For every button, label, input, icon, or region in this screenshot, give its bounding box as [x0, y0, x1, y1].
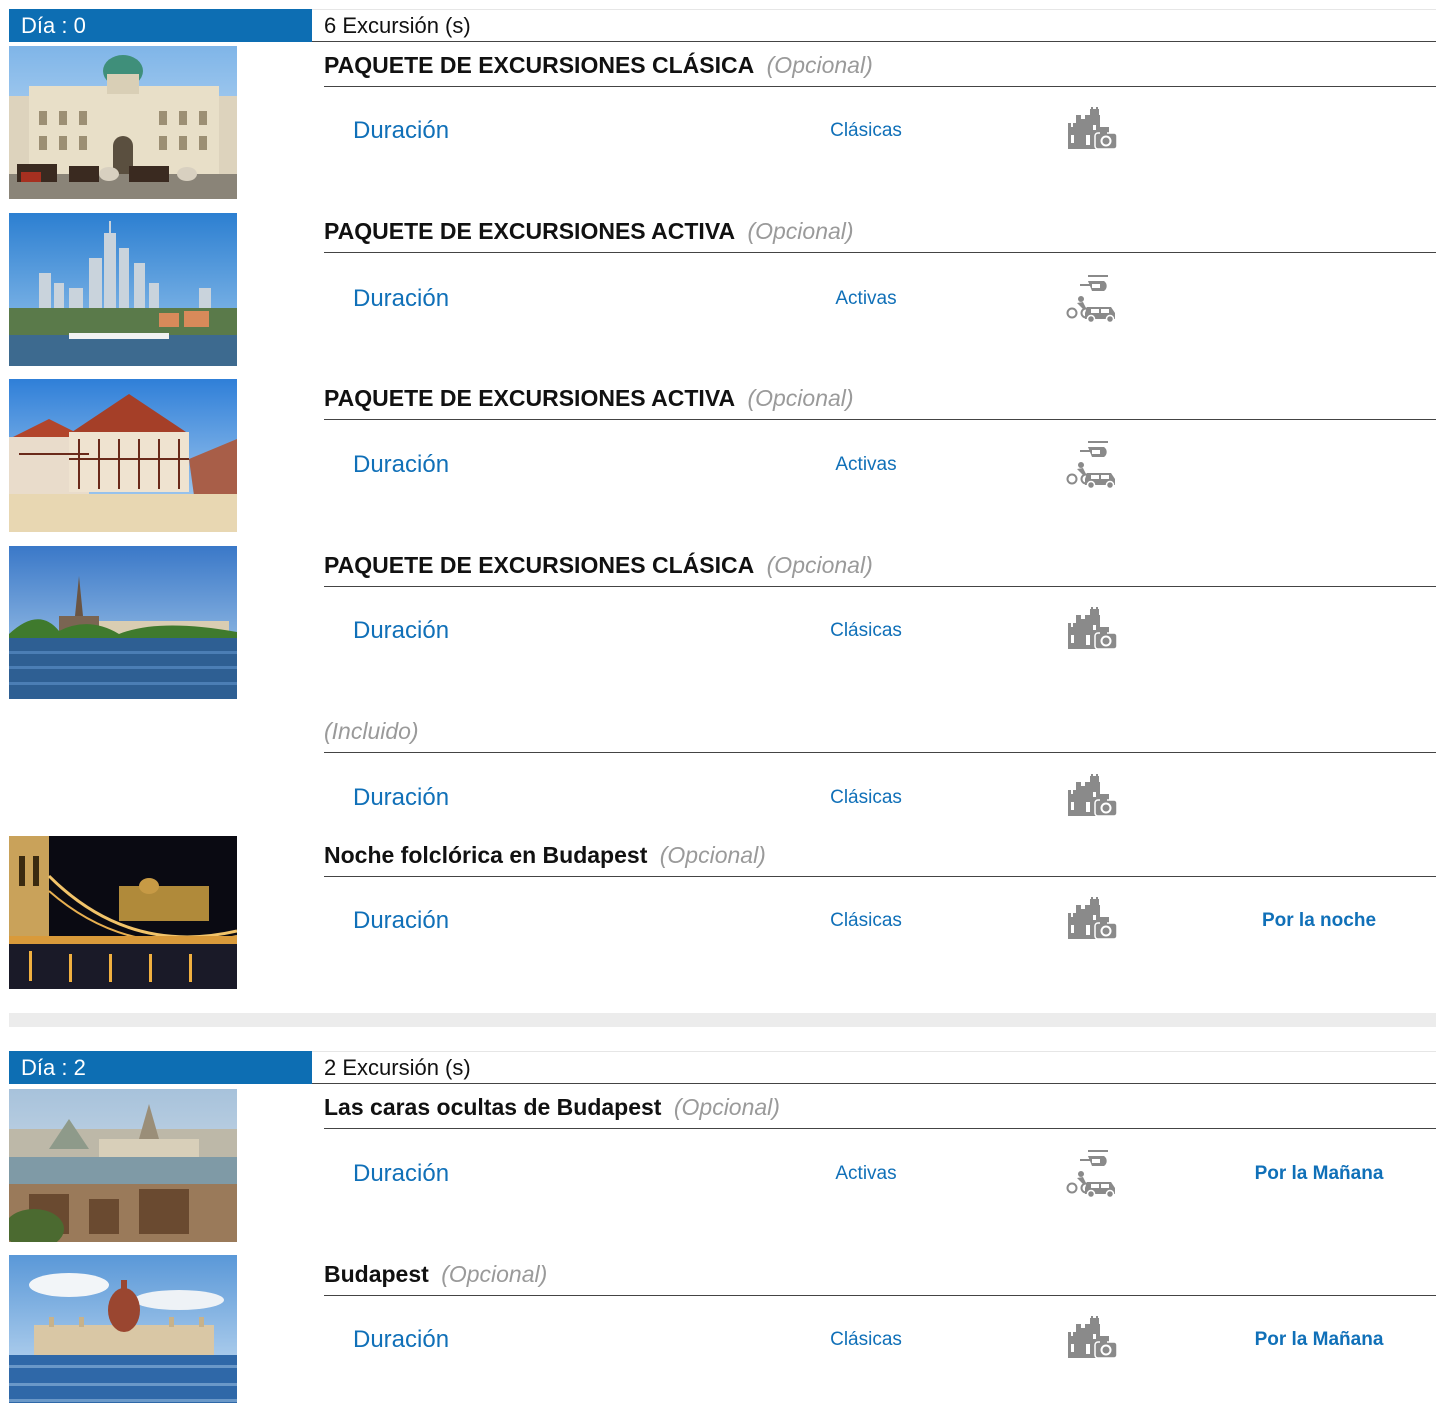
day-label: Día : 2	[9, 1051, 312, 1084]
castle-camera-icon	[1062, 772, 1122, 824]
excursion-image-parliament[interactable]	[9, 1255, 237, 1403]
excursion-image-river-cathedral[interactable]	[9, 546, 237, 699]
castle-camera-icon	[1062, 895, 1122, 947]
excursion-details: Duración Clásicas	[324, 607, 1436, 651]
excursion-image-chain-bridge-night[interactable]	[9, 836, 237, 989]
excursion-title[interactable]: PAQUETE DE EXCURSIONES ACTIVA	[324, 218, 735, 244]
duration-link[interactable]: Duración	[353, 1320, 449, 1360]
excursion-title-row: PAQUETE DE EXCURSIONES CLÁSICA (Opcional…	[324, 549, 1436, 587]
duration-link[interactable]: Duración	[353, 611, 449, 651]
excursion-title-row: (Incluido)	[324, 715, 1436, 753]
day-label: Día : 0	[9, 9, 312, 42]
excursion-title[interactable]: PAQUETE DE EXCURSIONES CLÁSICA	[324, 52, 754, 78]
excursion-details: Duración Activas Por la Mañana	[324, 1150, 1436, 1199]
category-label: Activas	[835, 288, 897, 309]
helicopter-bike-car-icon	[1062, 1148, 1122, 1200]
category-label: Activas	[835, 1163, 897, 1184]
excursion-title[interactable]: PAQUETE DE EXCURSIONES ACTIVA	[324, 385, 735, 411]
helicopter-bike-car-icon	[1062, 439, 1122, 491]
excursion-image-skyline[interactable]	[9, 213, 237, 366]
included-tag: (Incluido)	[324, 718, 419, 744]
excursion-count: 6 Excursión (s)	[312, 9, 1436, 42]
excursion-title-row: PAQUETE DE EXCURSIONES CLÁSICA (Opcional…	[324, 49, 1436, 87]
time-of-day: Por la Mañana	[1254, 1163, 1384, 1184]
excursion-title-row: PAQUETE DE EXCURSIONES ACTIVA (Opcional)	[324, 215, 1436, 253]
excursion-details: Duración Clásicas Por la Mañana	[324, 1316, 1436, 1360]
optional-tag: (Opcional)	[659, 842, 766, 868]
duration-link[interactable]: Duración	[353, 901, 449, 941]
excursion-title[interactable]: Budapest	[324, 1261, 429, 1287]
day-header-2: Día : 2 2 Excursión (s)	[9, 1051, 1436, 1084]
excursion-details: Duración Activas	[324, 275, 1436, 324]
excursion-image-timbered-houses[interactable]	[9, 379, 237, 532]
optional-tag: (Opcional)	[766, 52, 873, 78]
category-label: Clásicas	[830, 620, 902, 641]
excursion-title[interactable]: PAQUETE DE EXCURSIONES CLÁSICA	[324, 552, 754, 578]
castle-camera-icon	[1062, 105, 1122, 157]
category-label: Clásicas	[830, 120, 902, 141]
duration-link[interactable]: Duración	[353, 445, 449, 485]
optional-tag: (Opcional)	[747, 218, 854, 244]
excursion-details: Duración Clásicas Por la noche	[324, 897, 1436, 941]
excursion-image-budapest-panorama[interactable]	[9, 1089, 237, 1242]
optional-tag: (Opcional)	[441, 1261, 548, 1287]
excursion-title-row: Budapest (Opcional)	[324, 1258, 1436, 1296]
optional-tag: (Opcional)	[673, 1094, 780, 1120]
excursion-title[interactable]: Las caras ocultas de Budapest	[324, 1094, 661, 1120]
day-separator	[9, 1013, 1436, 1027]
excursion-details: Duración Clásicas	[324, 107, 1436, 151]
time-of-day: Por la Mañana	[1254, 1329, 1384, 1350]
category-label: Clásicas	[830, 1329, 902, 1350]
duration-link[interactable]: Duración	[353, 279, 449, 319]
excursion-details: Duración Clásicas	[324, 774, 1436, 818]
duration-link[interactable]: Duración	[353, 111, 449, 151]
excursion-title-row: Las caras ocultas de Budapest (Opcional)	[324, 1091, 1436, 1129]
excursion-details: Duración Activas	[324, 441, 1436, 490]
excursion-title-row: Noche folclórica en Budapest (Opcional)	[324, 839, 1436, 877]
optional-tag: (Opcional)	[747, 385, 854, 411]
time-of-day: Por la noche	[1261, 910, 1377, 931]
excursion-title-row: PAQUETE DE EXCURSIONES ACTIVA (Opcional)	[324, 382, 1436, 420]
duration-link[interactable]: Duración	[353, 1154, 449, 1194]
category-label: Clásicas	[830, 910, 902, 931]
excursion-title[interactable]: Noche folclórica en Budapest	[324, 842, 647, 868]
day-header-0: Día : 0 6 Excursión (s)	[9, 9, 1436, 42]
optional-tag: (Opcional)	[766, 552, 873, 578]
excursion-count: 2 Excursión (s)	[312, 1051, 1436, 1084]
castle-camera-icon	[1062, 1314, 1122, 1366]
castle-camera-icon	[1062, 605, 1122, 657]
duration-link[interactable]: Duración	[353, 778, 449, 818]
category-label: Activas	[835, 454, 897, 475]
category-label: Clásicas	[830, 787, 902, 808]
helicopter-bike-car-icon	[1062, 273, 1122, 325]
excursion-image-palace[interactable]	[9, 46, 237, 199]
